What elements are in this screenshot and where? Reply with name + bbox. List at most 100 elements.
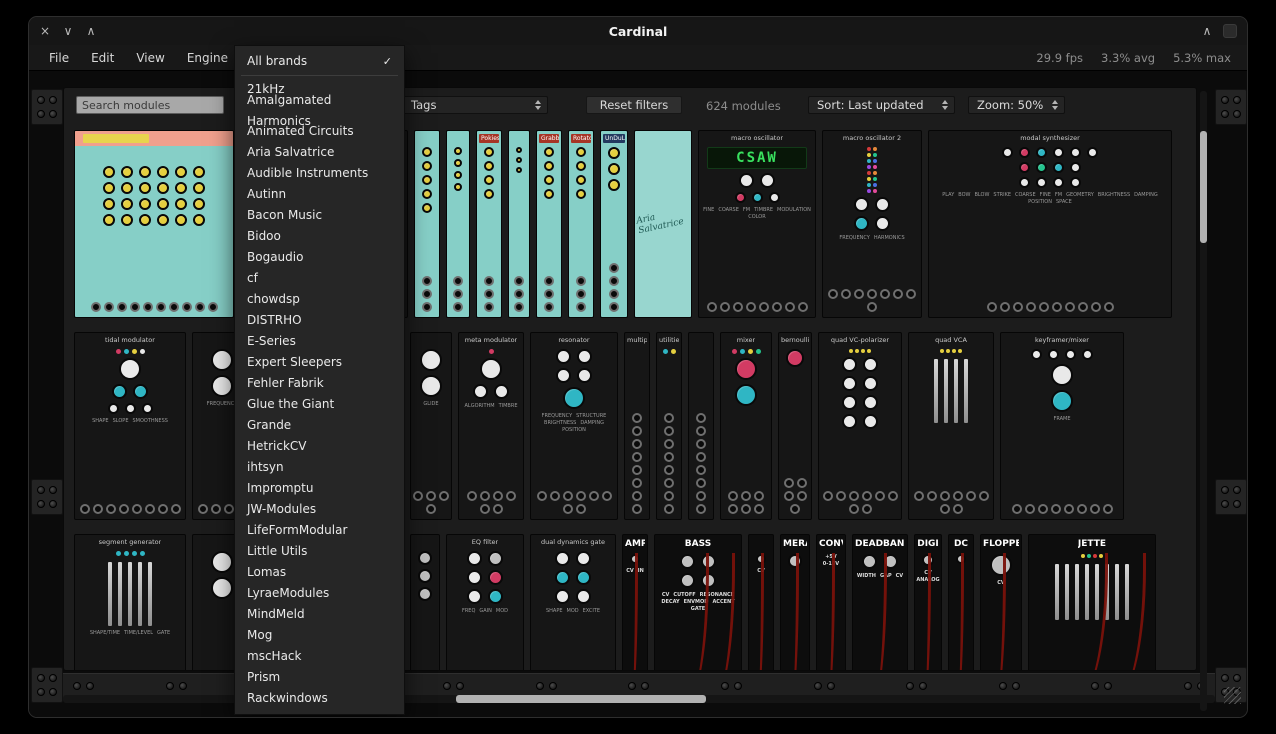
brand-menu-item-lomas[interactable]: Lomas <box>235 562 404 583</box>
module-card-mera[interactable]: MERA <box>780 534 810 670</box>
module-card-dual-dynamics-gate[interactable]: dual dynamics gateSHAPEMODEXCITE <box>530 534 616 670</box>
menubar-item-view[interactable]: View <box>125 45 175 71</box>
search-modules-input[interactable] <box>76 96 224 114</box>
module-label: MOD <box>567 608 579 614</box>
module-card-resonator[interactable]: resonatorFREQUENCYSTRUCTUREBRIGHTNESSDAM… <box>530 332 618 520</box>
brand-menu-item-chowdsp[interactable]: chowdsp <box>235 289 404 310</box>
module-card-undular[interactable]: UnDuLaR <box>600 130 628 318</box>
jack-port <box>632 478 642 488</box>
chevron-down-icon[interactable]: ∨ <box>60 23 76 39</box>
shade-window-icon[interactable]: ∧ <box>1199 23 1215 39</box>
module-card-keyframer-mixer[interactable]: keyframer/mixerFRAME <box>1000 332 1124 520</box>
module-card-eq-filter[interactable]: EQ filterFREQGAINMOD <box>446 534 524 670</box>
jack-port <box>696 452 706 462</box>
module-card-conv[interactable]: CONV+5V0-10V <box>816 534 846 670</box>
brand-menu-item-ihtsyn[interactable]: ihtsyn <box>235 457 404 478</box>
brand-menu-item-lifeformmodular[interactable]: LifeFormModular <box>235 520 404 541</box>
brand-menu-item-hetrickcv[interactable]: HetrickCV <box>235 436 404 457</box>
module-card-macro-oscillator-2[interactable]: macro oscillator 2FREQUENCYHARMONICS <box>822 130 922 318</box>
port-row <box>707 302 808 314</box>
app-icon[interactable] <box>1223 24 1237 38</box>
module-card-segment-generator[interactable]: segment generatorSHAPE/TIMETIME/LEVELGAT… <box>74 534 186 670</box>
module-card-unnamed[interactable] <box>414 130 440 318</box>
jack-port <box>784 478 794 488</box>
brand-menu-item-all-brands[interactable]: All brands✓ <box>235 51 404 72</box>
module-card-grabby[interactable]: Grabby <box>536 130 562 318</box>
sort-select[interactable]: Sort: Last updated <box>808 96 955 114</box>
brand-menu-item-rackwindows[interactable]: Rackwindows <box>235 688 404 709</box>
vertical-scrollbar-thumb[interactable] <box>1200 131 1207 243</box>
brand-menu-item-mindmeld[interactable]: MindMeld <box>235 604 404 625</box>
module-card-quad-vca[interactable]: quad VCA <box>908 332 994 520</box>
brand-menu-item-aria-salvatrice[interactable]: Aria Salvatrice <box>235 142 404 163</box>
module-card-meta-modulator[interactable]: meta modulatorALGORITHMTIMBRE <box>458 332 524 520</box>
module-card-unnamed[interactable] <box>688 332 714 520</box>
module-card-flopper[interactable]: FLOPPERCV <box>980 534 1022 670</box>
module-card-tidal-modulator[interactable]: tidal modulatorSHAPESLOPESMOOTHNESS <box>74 332 186 520</box>
brand-menu-item-prism[interactable]: Prism <box>235 667 404 688</box>
brand-menu-item-amalgamated-harmonics[interactable]: Amalgamated Harmonics <box>235 100 404 121</box>
tags-filter-select[interactable]: Tags <box>402 96 548 114</box>
menubar-item-file[interactable]: File <box>38 45 80 71</box>
module-card-unnamed[interactable] <box>410 534 440 670</box>
module-card-unnamed[interactable]: GLIDE <box>410 332 452 520</box>
menubar-item-engine[interactable]: Engine <box>176 45 239 71</box>
module-card-jette[interactable]: JETTE <box>1028 534 1156 670</box>
module-card-unnamed[interactable]: CV <box>748 534 774 670</box>
brand-menu-item-bidoo[interactable]: Bidoo <box>235 226 404 247</box>
module-card-dc[interactable]: DC <box>948 534 974 670</box>
screw <box>49 96 57 104</box>
brand-menu-item-audible-instruments[interactable]: Audible Instruments <box>235 163 404 184</box>
reset-filters-button[interactable]: Reset filters <box>586 96 682 114</box>
module-card-deadband[interactable]: DEADBANDWIDTHGAPCV <box>852 534 908 670</box>
module-card-unnamed[interactable] <box>446 130 470 318</box>
brand-menu-item-autinn[interactable]: Autinn <box>235 184 404 205</box>
module-card-bass[interactable]: BASSCVCUTOFFRESONANCEDECAYENVMODACCENTGA… <box>654 534 742 670</box>
module-card-utilities[interactable]: utilities <box>656 332 682 520</box>
module-card-pokies[interactable]: Pokies <box>476 130 502 318</box>
brand-menu-item-mschack[interactable]: mscHack <box>235 646 404 667</box>
knob <box>1065 349 1076 360</box>
brand-menu-item-lyraemodules[interactable]: LyraeModules <box>235 583 404 604</box>
brand-menu-item-label: cf <box>247 268 258 289</box>
brand-menu-item-expert-sleepers[interactable]: Expert Sleepers <box>235 352 404 373</box>
brand-menu-item-bacon-music[interactable]: Bacon Music <box>235 205 404 226</box>
jack-port <box>493 491 503 501</box>
module-label: CV <box>924 570 932 576</box>
brand-menu-item-cf[interactable]: cf <box>235 268 404 289</box>
brand-menu-item-fehler-fabrik[interactable]: Fehler Fabrik <box>235 373 404 394</box>
horizontal-scrollbar-thumb[interactable] <box>456 695 706 703</box>
brand-menu-item-distrho[interactable]: DISTRHO <box>235 310 404 331</box>
vertical-scrollbar[interactable] <box>1200 91 1207 711</box>
brand-menu-item-bogaudio[interactable]: Bogaudio <box>235 247 404 268</box>
jack-port <box>484 289 494 299</box>
brand-menu-item-mog[interactable]: Mog <box>235 625 404 646</box>
brand-menu-item-jw-modules[interactable]: JW-Modules <box>235 499 404 520</box>
slider <box>934 359 938 423</box>
menubar-item-edit[interactable]: Edit <box>80 45 125 71</box>
brand-menu-item-e-series[interactable]: E-Series <box>235 331 404 352</box>
module-card-unnamed[interactable] <box>508 130 530 318</box>
module-card-bernoulli-gate[interactable]: bernoulli gate <box>778 332 812 520</box>
brand-menu-item-glue-the-giant[interactable]: Glue the Giant <box>235 394 404 415</box>
module-card-unnamed[interactable] <box>74 130 234 318</box>
module-card-mixer[interactable]: mixer <box>720 332 772 520</box>
module-card-rotatoes[interactable]: Rotatoes <box>568 130 594 318</box>
close-window-icon[interactable]: × <box>37 23 53 39</box>
module-card-amp[interactable]: AMPCVIN <box>622 534 648 670</box>
knob <box>555 551 570 566</box>
brand-menu-item-label: ihtsyn <box>247 457 284 478</box>
zoom-select[interactable]: Zoom: 50% <box>968 96 1065 114</box>
brand-menu-item-grande[interactable]: Grande <box>235 415 404 436</box>
brand-menu-item-little-utils[interactable]: Little Utils <box>235 541 404 562</box>
module-card-digi[interactable]: DIGICVANALOG <box>914 534 942 670</box>
module-card-unnamed[interactable]: Aria Salvatrice <box>634 130 692 318</box>
resize-grip[interactable] <box>1224 687 1241 704</box>
knob <box>133 384 148 399</box>
module-card-modal-synthesizer[interactable]: modal synthesizerPLAYBOWBLOWSTRIKECOARSE… <box>928 130 1172 318</box>
chevron-up-icon[interactable]: ∧ <box>83 23 99 39</box>
module-card-multiples[interactable]: multiples <box>624 332 650 520</box>
module-card-macro-oscillator[interactable]: macro oscillatorCSAWFINECOARSEFMTIMBREMO… <box>698 130 816 318</box>
module-card-quad-vc-polarizer[interactable]: quad VC-polarizer <box>818 332 902 520</box>
brand-menu-item-impromptu[interactable]: Impromptu <box>235 478 404 499</box>
